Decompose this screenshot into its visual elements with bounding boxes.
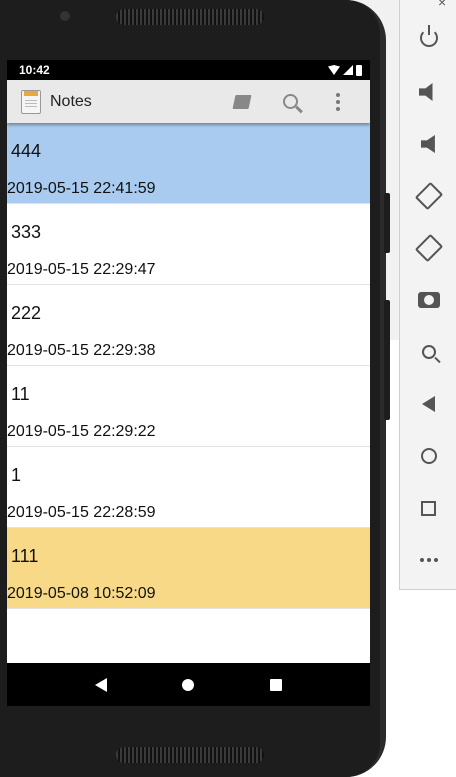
note-date: 2019-05-15 22:28:59: [7, 504, 156, 521]
rotate-left-button[interactable]: [400, 170, 456, 222]
rotate-right-icon: [414, 233, 443, 263]
front-camera-icon: [60, 11, 70, 21]
screenshot-icon: [417, 292, 440, 308]
rotate-right-button[interactable]: [400, 222, 456, 274]
power-side-button[interactable]: [384, 193, 390, 253]
note-list-item[interactable]: 222 2019-05-15 22:29:38: [7, 285, 370, 366]
navigation-bar: [7, 663, 370, 706]
zoom-button[interactable]: [400, 326, 456, 378]
note-title: 444: [11, 141, 42, 161]
power-button[interactable]: [400, 12, 456, 64]
note-list-item[interactable]: 11 2019-05-15 22:29:22: [7, 366, 370, 447]
home-icon[interactable]: [182, 678, 195, 691]
home-icon: [420, 448, 437, 464]
rotate-left-icon: [414, 181, 443, 211]
volume-side-button[interactable]: [384, 300, 390, 420]
overview-icon: [421, 500, 436, 516]
note-list-item[interactable]: 1 2019-05-15 22:28:59: [7, 447, 370, 528]
note-date: 2019-05-15 22:29:38: [7, 342, 156, 359]
volume-up-icon: [418, 83, 433, 101]
phone-frame: 10:42 Notes 444 2019-05-15 22:41:59 333 …: [0, 0, 386, 777]
volume-down-icon: [420, 135, 435, 153]
overflow-menu-button[interactable]: [314, 80, 362, 123]
battery-icon: [356, 64, 362, 76]
app-bar: Notes: [7, 80, 370, 123]
status-bar: 10:42: [7, 60, 370, 80]
close-icon[interactable]: ×: [438, 0, 446, 10]
wifi-icon: [328, 65, 340, 75]
overview-button[interactable]: [400, 482, 456, 534]
search-button[interactable]: [266, 80, 314, 123]
edit-icon: [232, 94, 252, 109]
zoom-icon: [421, 345, 436, 359]
back-icon[interactable]: [94, 677, 107, 692]
earpiece-speaker: [116, 9, 264, 25]
more-button[interactable]: [400, 534, 456, 586]
note-title: 111: [11, 546, 39, 566]
note-date: 2019-05-15 22:29:22: [7, 423, 156, 440]
recents-icon[interactable]: [270, 678, 283, 691]
volume-down-button[interactable]: [400, 118, 456, 170]
cell-signal-icon: [343, 65, 353, 75]
note-list-item[interactable]: 444 2019-05-15 22:41:59: [7, 123, 370, 204]
search-icon: [282, 94, 298, 109]
note-title: 333: [11, 222, 42, 242]
note-title: 222: [11, 303, 42, 323]
back-icon: [422, 396, 435, 412]
back-button[interactable]: [400, 378, 456, 430]
new-note-button[interactable]: [218, 80, 266, 123]
note-date: 2019-05-15 22:29:47: [7, 261, 156, 278]
note-list-item[interactable]: 111 2019-05-08 10:52:09: [7, 528, 370, 609]
overflow-menu-icon: [336, 92, 340, 111]
device-screen: 10:42 Notes 444 2019-05-15 22:41:59 333 …: [7, 60, 370, 706]
more-icon: [419, 558, 438, 562]
power-icon: [419, 25, 438, 47]
note-date: 2019-05-08 10:52:09: [7, 585, 156, 602]
bottom-speaker: [116, 747, 264, 763]
volume-up-button[interactable]: [400, 66, 456, 118]
home-button[interactable]: [400, 430, 456, 482]
notes-list: 444 2019-05-15 22:41:59 333 2019-05-15 22:2…: [7, 123, 370, 609]
note-date: 2019-05-15 22:41:59: [7, 180, 156, 197]
note-title: 1: [11, 465, 22, 485]
screenshot-button[interactable]: [400, 274, 456, 326]
emulator-stage: g e 10:42 Notes: [0, 0, 456, 777]
note-list-item[interactable]: 333 2019-05-15 22:29:47: [7, 204, 370, 285]
note-title: 11: [11, 384, 30, 404]
status-time: 10:42: [19, 63, 50, 77]
status-icons: [328, 64, 362, 76]
notepad-app-icon: [21, 89, 41, 114]
emulator-toolbar: [399, 0, 456, 590]
app-title: Notes: [50, 92, 92, 110]
